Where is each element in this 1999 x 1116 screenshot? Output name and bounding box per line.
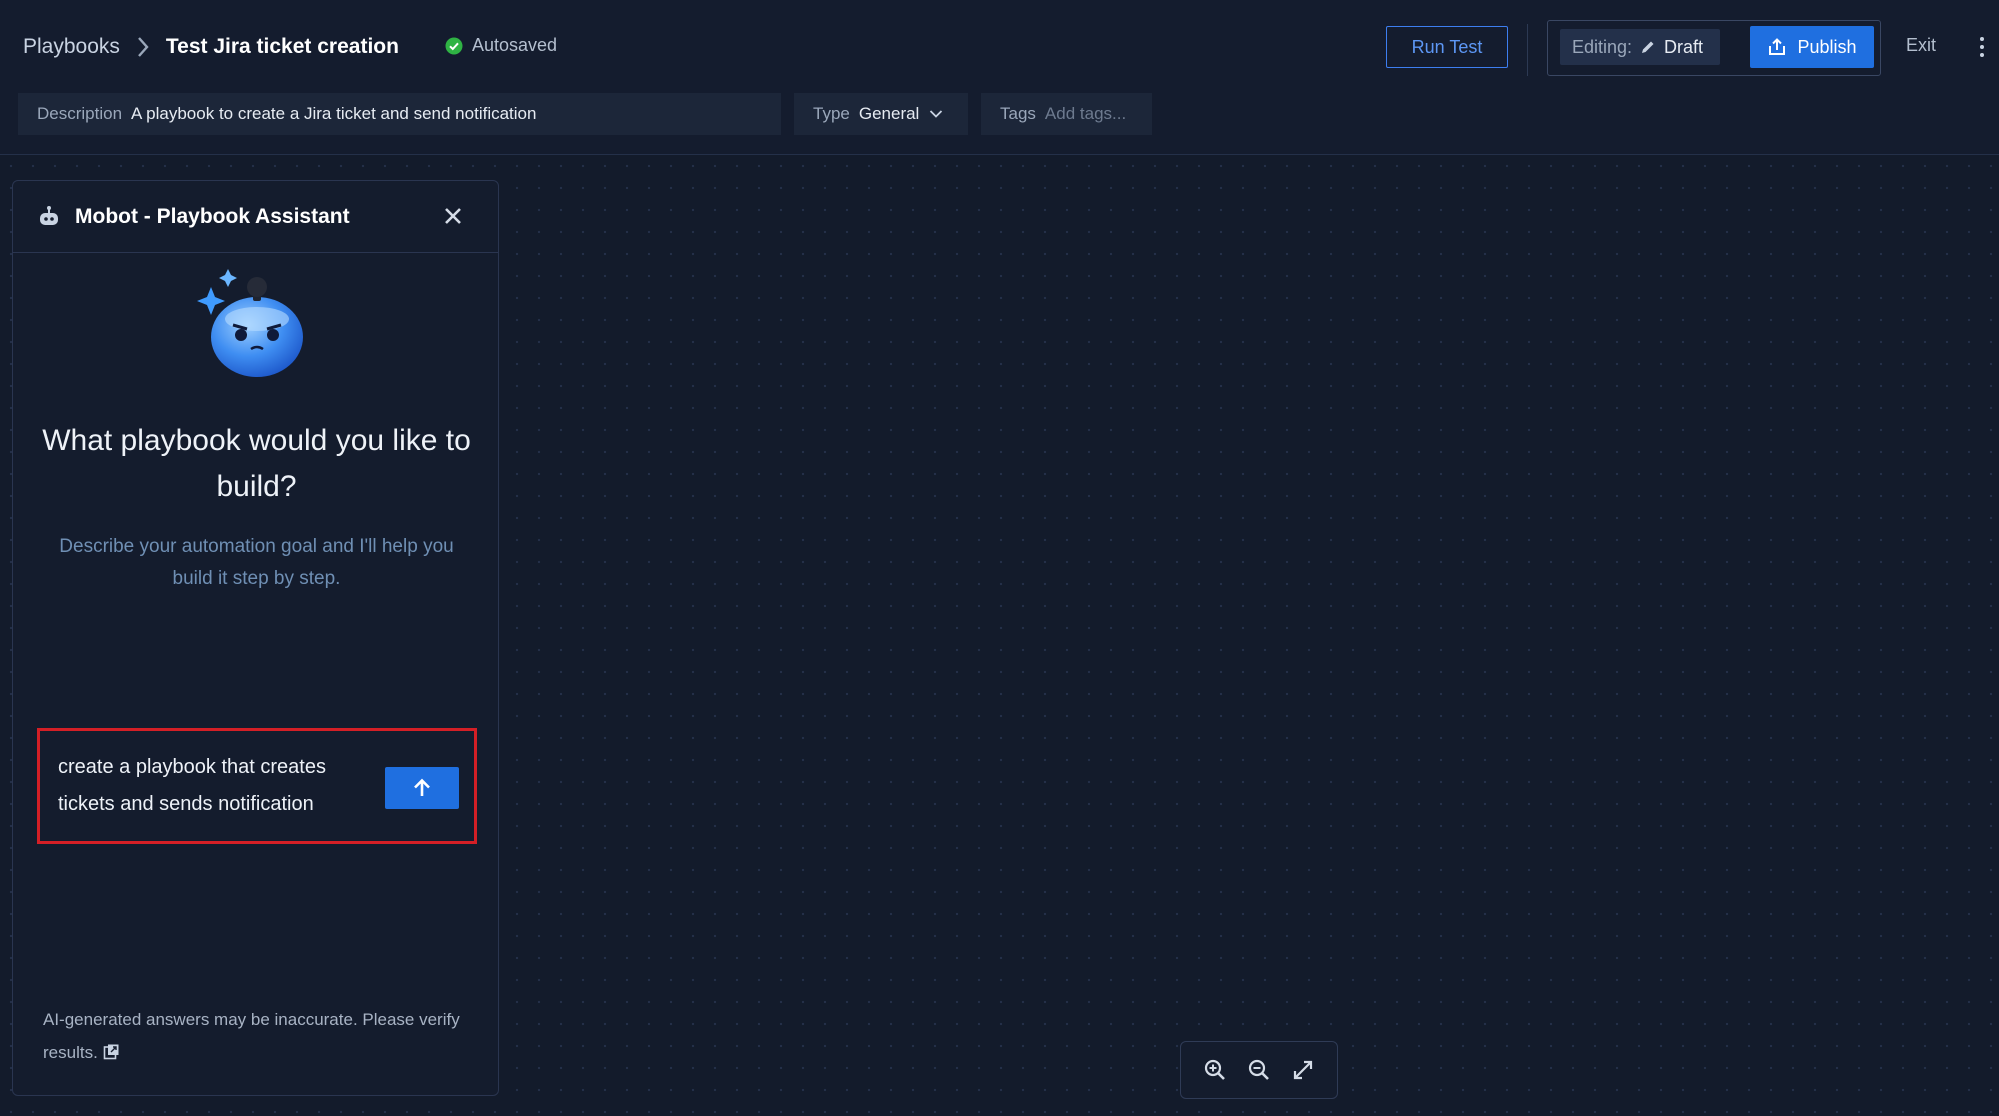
top-header: Playbooks Test Jira ticket creation Auto… bbox=[0, 0, 1999, 155]
autosave-status: Autosaved bbox=[445, 35, 557, 56]
assistant-headline: What playbook would you like to build? bbox=[42, 424, 471, 503]
exit-button[interactable]: Exit bbox=[1906, 35, 1936, 56]
assistant-header: Mobot - Playbook Assistant bbox=[13, 181, 498, 253]
ai-disclaimer: AI-generated answers may be inaccurate. … bbox=[43, 1003, 463, 1069]
breadcrumb: Playbooks Test Jira ticket creation bbox=[23, 32, 399, 62]
type-select[interactable]: Type General bbox=[794, 93, 968, 135]
arrow-up-icon bbox=[414, 778, 430, 796]
tags-placeholder: Add tags... bbox=[1044, 104, 1127, 123]
prompt-input-area: create a playbook that creates tickets a… bbox=[37, 728, 477, 844]
kebab-menu-icon[interactable] bbox=[1976, 36, 1988, 58]
tags-input[interactable]: Tags Add tags... bbox=[981, 93, 1152, 135]
assistant-title: Mobot - Playbook Assistant bbox=[75, 205, 350, 228]
close-icon[interactable] bbox=[443, 206, 463, 226]
assistant-panel: Mobot - Playbook Assistant What playbook… bbox=[12, 180, 499, 1096]
description-field[interactable]: Description A playbook to create a Jira … bbox=[18, 93, 781, 135]
description-label: Description bbox=[37, 104, 123, 123]
header-divider bbox=[1527, 24, 1528, 76]
expand-icon[interactable] bbox=[1291, 1058, 1315, 1082]
zoom-controls bbox=[1180, 1041, 1338, 1099]
prompt-input[interactable]: create a playbook that creates tickets a… bbox=[58, 749, 358, 823]
run-test-button[interactable]: Run Test bbox=[1386, 26, 1508, 68]
publish-label: Publish bbox=[1797, 36, 1857, 57]
editing-state: Draft bbox=[1664, 36, 1704, 57]
check-circle-icon bbox=[445, 37, 463, 54]
zoom-out-icon[interactable] bbox=[1247, 1058, 1271, 1082]
tags-label: Tags bbox=[1000, 104, 1036, 123]
zoom-in-icon[interactable] bbox=[1203, 1058, 1227, 1082]
type-label: Type bbox=[813, 104, 850, 123]
mobot-mascot-image bbox=[197, 269, 303, 377]
send-button[interactable] bbox=[385, 767, 459, 809]
edit-status-group: Editing: Draft Publish bbox=[1547, 20, 1881, 76]
chevron-right-icon bbox=[137, 37, 149, 57]
external-link-icon[interactable] bbox=[103, 1043, 120, 1060]
editing-label: Editing: bbox=[1572, 36, 1633, 57]
editing-status-dropdown[interactable]: Editing: Draft bbox=[1560, 29, 1720, 65]
breadcrumb-playbooks-link[interactable]: Playbooks bbox=[23, 35, 120, 59]
chevron-down-icon bbox=[930, 110, 943, 118]
page-title: Test Jira ticket creation bbox=[165, 35, 399, 58]
robot-icon bbox=[40, 206, 58, 225]
description-value: A playbook to create a Jira ticket and s… bbox=[131, 104, 537, 123]
publish-button[interactable]: Publish bbox=[1750, 26, 1874, 68]
autosave-label: Autosaved bbox=[472, 35, 558, 55]
pencil-icon bbox=[1642, 41, 1654, 53]
upload-icon bbox=[1769, 38, 1786, 55]
assistant-subline: Describe your automation goal and I'll h… bbox=[59, 536, 454, 589]
type-value: General bbox=[858, 104, 920, 123]
